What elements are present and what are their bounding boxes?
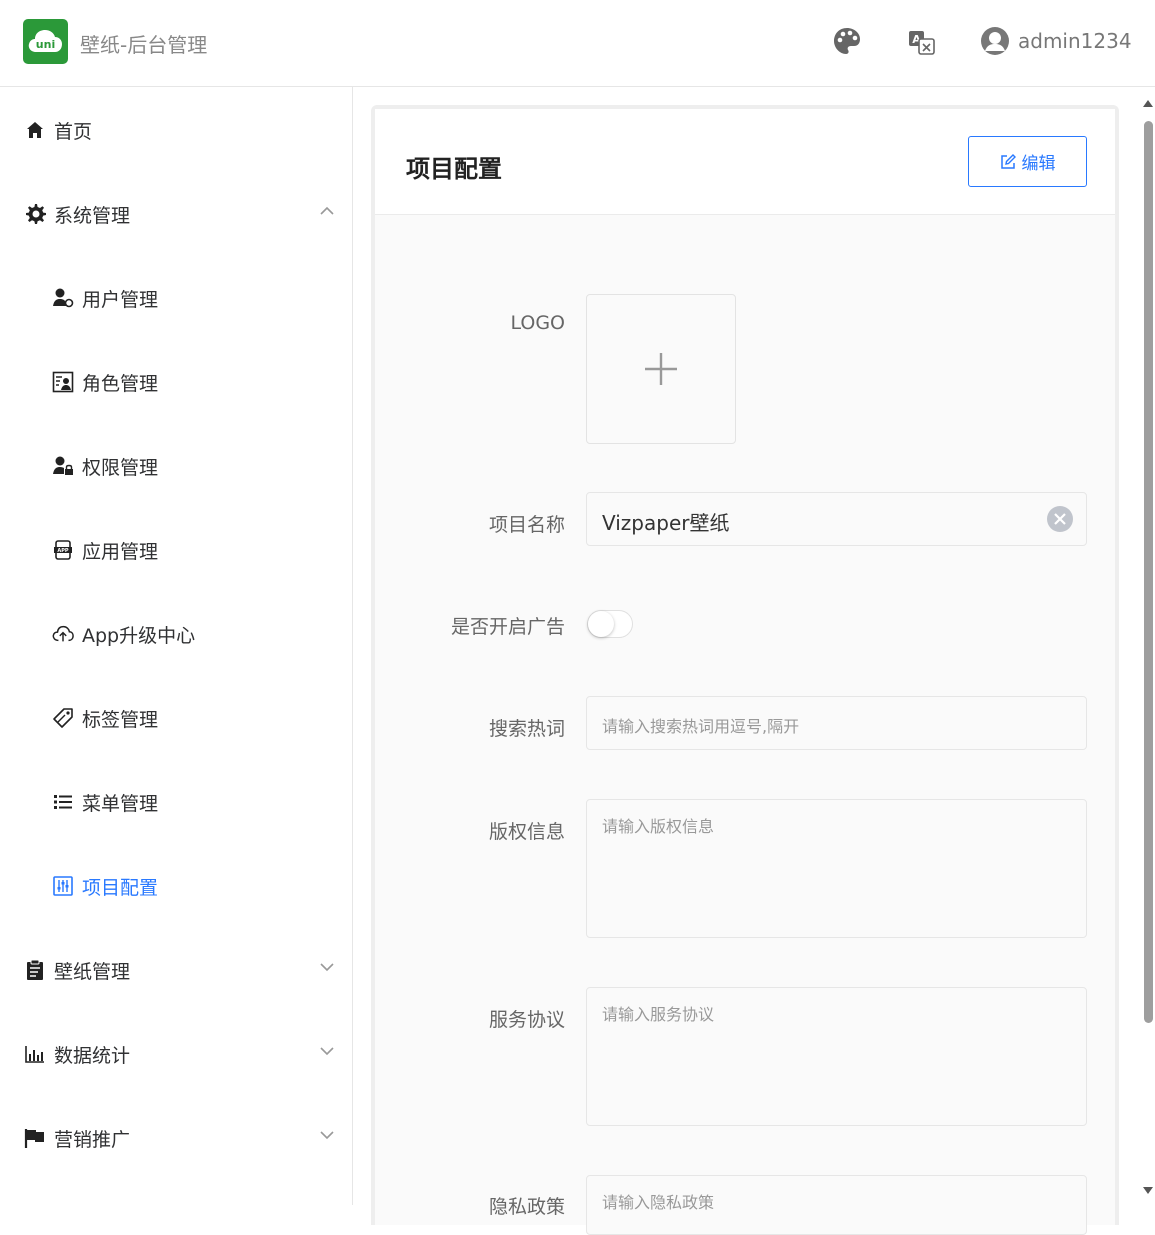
- home-icon: [27, 122, 43, 138]
- service-label: 服务协议: [488, 1009, 565, 1031]
- sidebar-item-project-config[interactable]: 项目配置: [0, 844, 352, 928]
- plus-icon: [645, 353, 677, 385]
- edit-button[interactable]: 编辑: [968, 136, 1087, 187]
- cloud-logo-icon: uni: [28, 30, 62, 52]
- sidebar-item-label: 营销推广: [54, 1128, 131, 1151]
- sidebar-item-permissions[interactable]: 权限管理: [0, 424, 352, 508]
- permission-icon: [53, 456, 73, 475]
- service-placeholder: 请输入服务协议: [602, 1005, 715, 1024]
- bar-chart-icon: [25, 1046, 44, 1063]
- sidebar-item-label: 菜单管理: [82, 792, 159, 815]
- privacy-textarea[interactable]: 请输入隐私政策: [586, 1175, 1087, 1235]
- palette-icon[interactable]: [832, 26, 862, 56]
- scrollbar[interactable]: [1141, 96, 1155, 1205]
- translate-icon[interactable]: A: [908, 30, 936, 56]
- copyright-label: 版权信息: [488, 821, 565, 843]
- flag-icon: [24, 1129, 44, 1148]
- sidebar-item-label: 标签管理: [82, 708, 159, 731]
- sidebar-item-label: 应用管理: [82, 540, 159, 563]
- page-title: 项目配置: [406, 155, 502, 183]
- edit-button-label: 编辑: [1021, 154, 1056, 174]
- sidebar-item-menus[interactable]: 菜单管理: [0, 760, 352, 844]
- app-icon: APP: [54, 540, 72, 560]
- copyright-textarea[interactable]: 请输入版权信息: [586, 799, 1087, 938]
- sidebar-item-users[interactable]: 用户管理: [0, 256, 352, 340]
- sidebar-item-label: 项目配置: [82, 876, 159, 899]
- config-icon: [53, 876, 73, 896]
- edit-icon: [1000, 153, 1016, 169]
- sidebar-item-home[interactable]: 首页: [0, 88, 352, 172]
- gear-icon: [26, 204, 46, 224]
- chevron-up-icon: [320, 206, 334, 215]
- sidebar-item-system[interactable]: 系统管理: [0, 172, 352, 256]
- ad-toggle[interactable]: [587, 610, 633, 638]
- project-name-value: Vizpaper壁纸: [602, 511, 730, 535]
- scroll-thumb[interactable]: [1144, 121, 1153, 1023]
- sidebar-item-label: 壁纸管理: [54, 960, 131, 983]
- privacy-label: 隐私政策: [488, 1196, 565, 1218]
- chevron-down-icon: [320, 1131, 334, 1140]
- logo-text: uni: [36, 38, 55, 51]
- sidebar-item-label: 用户管理: [82, 288, 159, 311]
- clear-icon[interactable]: [1046, 505, 1074, 533]
- top-header: uni 壁纸-后台管理 A admin1234: [0, 0, 1155, 87]
- scroll-up-arrow[interactable]: [1143, 100, 1153, 107]
- sidebar: 首页 系统管理 用户管理 角色管理 权限管理 APP 应用管理 App升级中心 …: [0, 87, 353, 1205]
- project-config-card: 项目配置 编辑 LOGO 项目名称 Vizpaper壁纸 是否开启广告 搜索热词…: [371, 105, 1119, 1235]
- keywords-label: 搜索热词: [488, 718, 565, 740]
- logo-upload[interactable]: [586, 294, 736, 444]
- tag-icon: [53, 708, 73, 728]
- service-textarea[interactable]: 请输入服务协议: [586, 987, 1087, 1126]
- sidebar-item-wallpapers[interactable]: 壁纸管理: [0, 928, 352, 1012]
- user-name[interactable]: admin1234: [1018, 29, 1132, 53]
- svg-text:APP: APP: [57, 548, 69, 554]
- sidebar-item-marketing[interactable]: 营销推广: [0, 1096, 352, 1180]
- cloud-upload-icon: [52, 625, 74, 642]
- user-avatar-icon[interactable]: [980, 26, 1010, 56]
- sidebar-item-apps[interactable]: APP 应用管理: [0, 508, 352, 592]
- copyright-placeholder: 请输入版权信息: [602, 817, 715, 836]
- list-icon: [54, 795, 72, 809]
- sidebar-item-label: 首页: [54, 120, 93, 143]
- sidebar-item-label: 权限管理: [82, 456, 159, 479]
- sidebar-item-app-upgrade[interactable]: App升级中心: [0, 592, 352, 676]
- user-manage-icon: [53, 288, 74, 308]
- sidebar-item-label: 数据统计: [54, 1044, 131, 1067]
- sidebar-item-roles[interactable]: 角色管理: [0, 340, 352, 424]
- sidebar-item-label: 角色管理: [82, 372, 159, 395]
- keywords-placeholder: 请输入搜索热词用逗号,隔开: [602, 717, 800, 736]
- role-icon: [52, 371, 74, 393]
- ad-toggle-knob: [588, 611, 614, 637]
- app-title: 壁纸-后台管理: [80, 33, 208, 57]
- uni-logo[interactable]: uni: [23, 19, 68, 64]
- logo-label: LOGO: [510, 312, 565, 334]
- sidebar-item-statistics[interactable]: 数据统计: [0, 1012, 352, 1096]
- scroll-down-arrow[interactable]: [1143, 1187, 1153, 1194]
- card-header: 项目配置 编辑: [375, 109, 1115, 215]
- project-name-label: 项目名称: [488, 514, 565, 536]
- project-name-input[interactable]: Vizpaper壁纸: [586, 492, 1087, 546]
- ad-label: 是否开启广告: [450, 616, 565, 638]
- chevron-down-icon: [320, 1047, 334, 1056]
- keywords-input[interactable]: 请输入搜索热词用逗号,隔开: [586, 696, 1087, 750]
- sidebar-item-label: App升级中心: [82, 624, 196, 647]
- sidebar-item-label: 系统管理: [54, 204, 131, 227]
- privacy-placeholder: 请输入隐私政策: [602, 1193, 715, 1212]
- clipboard-icon: [27, 959, 43, 980]
- chevron-down-icon: [320, 963, 334, 972]
- sidebar-item-tags[interactable]: 标签管理: [0, 676, 352, 760]
